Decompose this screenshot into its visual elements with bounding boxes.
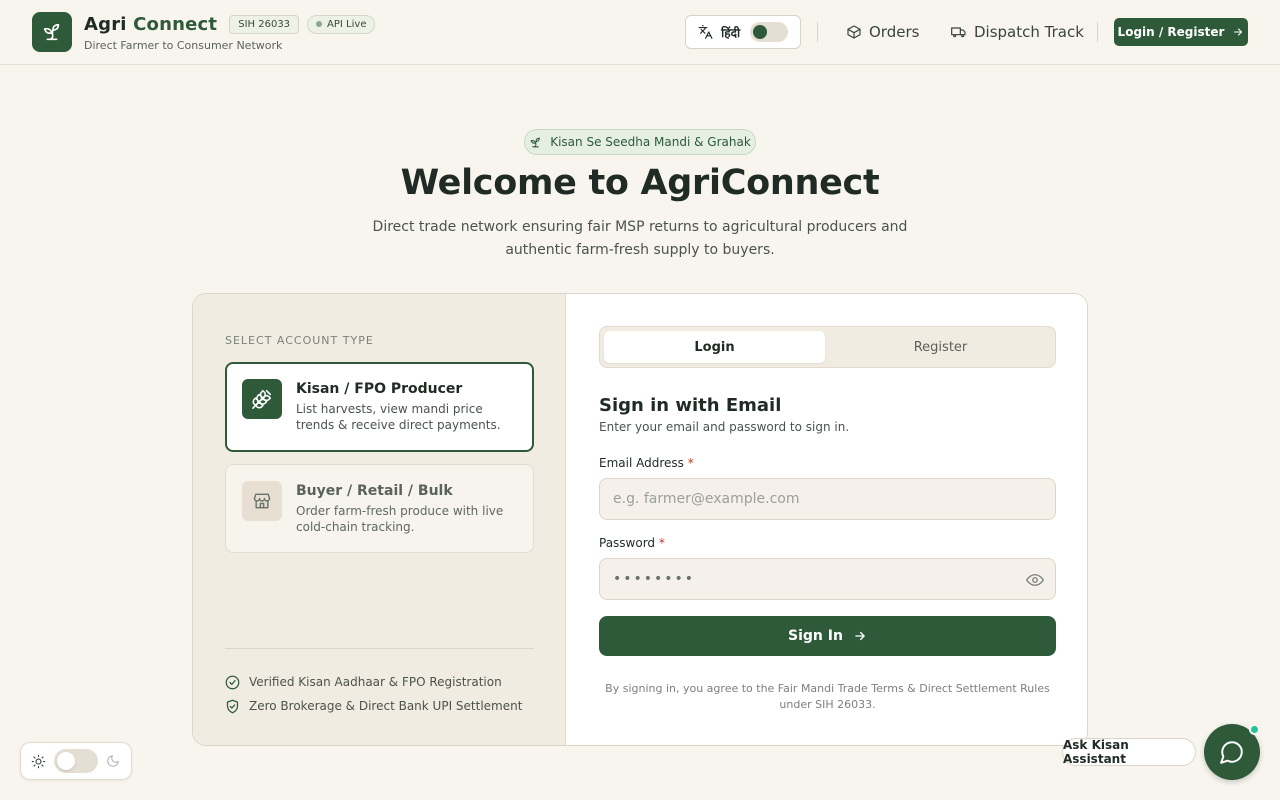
brand-name-part1: Agri xyxy=(84,13,127,35)
chat-bubble-icon xyxy=(1220,741,1243,764)
moon-icon xyxy=(107,755,119,767)
sprout-icon xyxy=(43,23,60,41)
form-title: Sign in with Email xyxy=(599,395,782,416)
account-option-kisan[interactable]: Kisan / FPO Producer List harvests, view… xyxy=(225,362,534,452)
shield-check-icon xyxy=(226,699,239,713)
account-option-text: Buyer / Retail / Bulk Order farm-fresh p… xyxy=(296,481,511,536)
email-label: Email Address * xyxy=(599,456,694,470)
wheat-icon xyxy=(242,379,282,419)
arrow-right-icon xyxy=(1234,28,1243,36)
account-option-buyer[interactable]: Buyer / Retail / Bulk Order farm-fresh p… xyxy=(225,464,534,553)
password-value: •••••••• xyxy=(613,571,696,587)
brand: Agri Connect SIH 26033 API Live xyxy=(84,12,376,36)
auth-card: SELECT ACCOUNT TYPE Kisan / FPO Producer… xyxy=(192,293,1088,746)
arrow-right-icon xyxy=(855,631,865,641)
eye-icon[interactable] xyxy=(1026,571,1044,589)
divider xyxy=(817,22,818,42)
required-mark: * xyxy=(658,536,665,550)
password-input[interactable]: •••••••• xyxy=(599,558,1056,600)
account-option-title: Buyer / Retail / Bulk xyxy=(296,483,453,499)
account-option-description: List harvests, view mandi price trends &… xyxy=(296,402,501,432)
email-input[interactable] xyxy=(599,478,1056,520)
theme-switch[interactable] xyxy=(54,749,98,773)
email-label-text: Email Address xyxy=(599,456,684,470)
brand-name: Agri Connect xyxy=(84,14,217,35)
page-subtitle: Direct trade network ensuring fair MSP r… xyxy=(372,219,908,258)
auth-tabs: Login Register xyxy=(599,326,1056,368)
check-circle-icon xyxy=(225,675,240,689)
package-icon xyxy=(847,25,861,39)
logo[interactable] xyxy=(32,12,72,52)
sign-in-label: Sign In xyxy=(788,628,843,644)
page-title: Welcome to AgriConnect xyxy=(400,163,880,203)
tab-login[interactable]: Login xyxy=(604,331,825,363)
nav-orders-label: Orders xyxy=(869,23,920,41)
form-subtitle: Enter your email and password to sign in… xyxy=(599,420,850,434)
required-mark: * xyxy=(687,456,694,470)
nav-orders[interactable]: Orders xyxy=(846,22,919,42)
password-label-text: Password xyxy=(599,536,656,550)
sprout-icon xyxy=(530,137,541,147)
api-status-badge: API Live xyxy=(307,14,376,34)
feature-label: Verified Kisan Aadhaar & FPO Registratio… xyxy=(249,675,502,689)
sign-in-button[interactable]: Sign In xyxy=(599,616,1056,656)
account-option-description: Order farm-fresh produce with live cold-… xyxy=(296,504,504,534)
feature-item: Verified Kisan Aadhaar & FPO Registratio… xyxy=(225,674,502,690)
api-status-label: API Live xyxy=(327,18,367,30)
feature-label: Zero Brokerage & Direct Bank UPI Settlem… xyxy=(249,699,523,713)
brand-name-part2: Connect xyxy=(133,13,218,35)
top-header: Agri Connect SIH 26033 API Live Direct F… xyxy=(0,0,1280,65)
language-toggle[interactable]: हिंदी xyxy=(685,15,801,49)
account-type-heading: SELECT ACCOUNT TYPE xyxy=(225,334,374,347)
sun-icon xyxy=(31,754,46,768)
feature-item: Zero Brokerage & Direct Bank UPI Settlem… xyxy=(225,698,522,714)
divider xyxy=(225,648,534,649)
language-label: हिंदी xyxy=(721,25,741,40)
hero-pill: Kisan Se Seedha Mandi & Grahak xyxy=(524,129,756,155)
nav-dispatch-track[interactable]: Dispatch Track xyxy=(951,22,1084,42)
status-dot-icon xyxy=(316,21,323,27)
login-register-button[interactable]: Login / Register xyxy=(1114,18,1248,46)
account-option-text: Kisan / FPO Producer List harvests, view… xyxy=(296,379,511,435)
assistant-label[interactable]: Ask Kisan Assistant xyxy=(1062,738,1196,766)
switch-knob xyxy=(57,752,75,770)
account-option-title: Kisan / FPO Producer xyxy=(296,381,463,397)
tab-register[interactable]: Register xyxy=(830,331,1051,363)
truck-icon xyxy=(951,27,966,38)
language-switch[interactable] xyxy=(750,22,788,42)
divider xyxy=(1097,22,1098,42)
store-icon xyxy=(242,481,282,521)
nav-dispatch-label: Dispatch Track xyxy=(974,23,1084,41)
hero-pill-label: Kisan Se Seedha Mandi & Grahak xyxy=(550,135,751,149)
switch-knob xyxy=(753,25,768,39)
login-register-label: Login / Register xyxy=(1117,25,1225,39)
tagline: Direct Farmer to Consumer Network xyxy=(84,39,283,52)
online-status-dot xyxy=(1249,724,1260,735)
terms-text: By signing in, you agree to the Fair Man… xyxy=(605,682,1050,711)
theme-toggle[interactable] xyxy=(20,742,132,780)
sih-badge: SIH 26033 xyxy=(229,14,300,34)
auth-form-panel: Login Register Sign in with Email Enter … xyxy=(567,294,1087,745)
password-label: Password * xyxy=(599,536,665,550)
account-type-panel: SELECT ACCOUNT TYPE Kisan / FPO Producer… xyxy=(193,294,566,745)
translate-icon xyxy=(698,25,713,39)
